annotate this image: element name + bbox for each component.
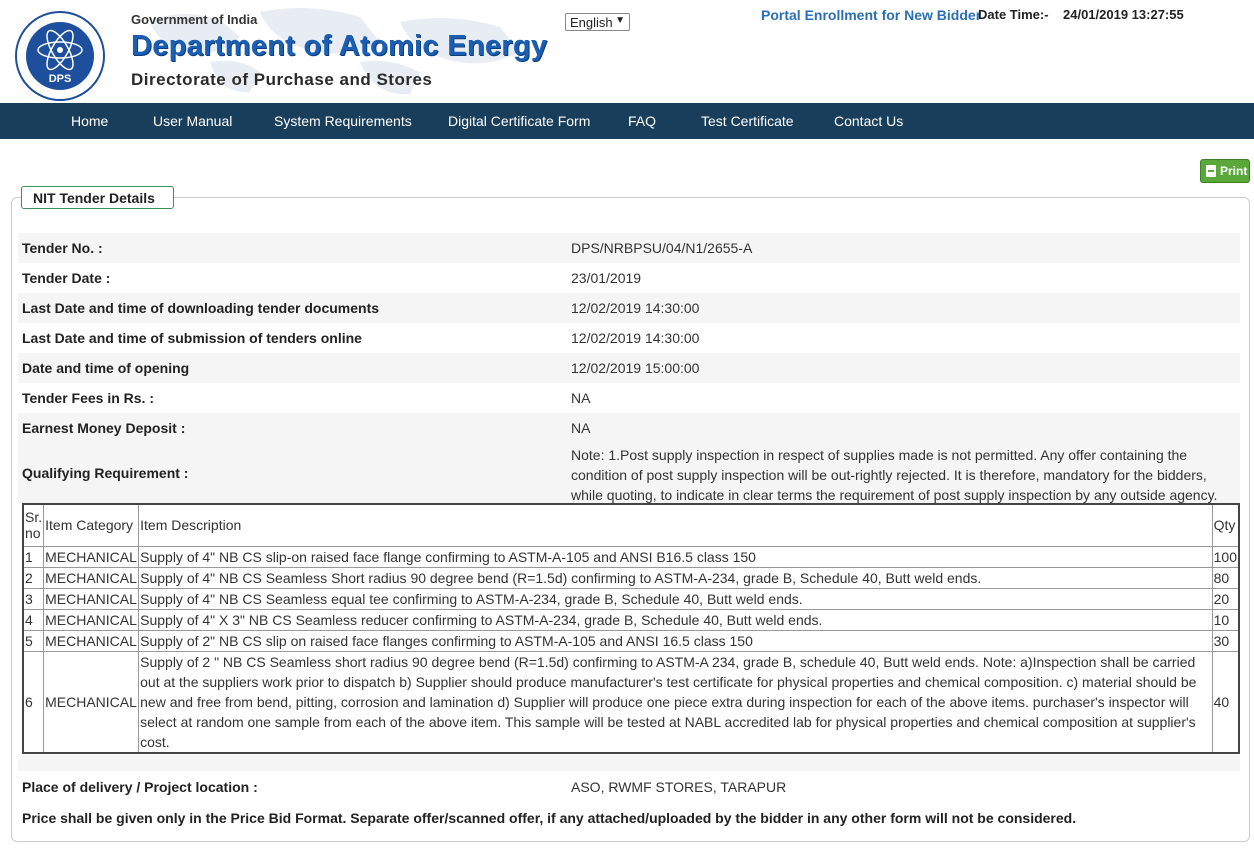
detail-value: NA: [571, 420, 591, 436]
cell-description: Supply of 4" NB CS Seamless equal tee co…: [138, 587, 1213, 610]
nav-faq[interactable]: FAQ: [628, 113, 656, 129]
detail-row: Earnest Money Deposit : NA: [18, 413, 1240, 443]
detail-label: Date and time of opening: [22, 360, 190, 376]
cell-category: MECHANICAL: [43, 650, 140, 753]
qualifying-requirement-row: Qualifying Requirement : Note: 1.Post su…: [18, 443, 1240, 503]
detail-value: NA: [571, 390, 591, 406]
spacer-row: [18, 755, 1240, 771]
cell-qty: 30: [1211, 629, 1240, 652]
site-header: DPS Government of India Department of At…: [0, 0, 1254, 103]
cell-qty: 80: [1211, 566, 1240, 589]
qualifying-value: Note: 1.Post supply inspection in respec…: [571, 447, 1218, 503]
datetime-label: Date Time:-: [978, 7, 1049, 22]
department-title: Department of Atomic Energy: [131, 30, 548, 62]
detail-value: 12/02/2019 14:30:00: [571, 330, 700, 346]
cell-qty: 40: [1211, 650, 1240, 753]
nav-user-manual[interactable]: User Manual: [153, 113, 232, 129]
cell-sr: 3: [22, 587, 45, 610]
cell-sr: 1: [22, 545, 45, 568]
nav-home[interactable]: Home: [71, 113, 108, 129]
cell-description: Supply of 4" X 3" NB CS Seamless reducer…: [138, 608, 1213, 631]
cell-category: MECHANICAL: [43, 587, 140, 610]
chevron-down-icon: ▼: [615, 15, 625, 26]
nav-system-requirements[interactable]: System Requirements: [274, 113, 412, 129]
main-nav: Home User Manual System Requirements Dig…: [0, 103, 1254, 139]
table-row: 3 MECHANICAL Supply of 4" NB CS Seamless…: [22, 587, 1240, 610]
printer-icon: [1206, 165, 1216, 177]
qualifying-label: Qualifying Requirement :: [22, 465, 189, 481]
delivery-value: ASO, RWMF STORES, TARAPUR: [571, 779, 787, 795]
cell-description: Supply of 2 " NB CS Seamless short radiu…: [138, 650, 1213, 753]
cell-description: Supply of 2" NB CS slip on raised face f…: [138, 629, 1213, 652]
detail-label: Last Date and time of downloading tender…: [22, 300, 380, 316]
detail-label: Tender Date :: [22, 270, 111, 286]
detail-value: DPS/NRBPSU/04/N1/2655-A: [571, 240, 753, 256]
language-select[interactable]: English ▼: [565, 13, 630, 31]
cell-sr: 2: [22, 566, 45, 589]
table-row: 5 MECHANICAL Supply of 2" NB CS slip on …: [22, 629, 1240, 652]
print-button[interactable]: Print: [1200, 159, 1250, 183]
cell-qty: 100: [1211, 545, 1240, 568]
dps-emblem-logo: DPS: [15, 11, 105, 101]
datetime-value: 24/01/2019 13:27:55: [1063, 7, 1184, 22]
detail-row: Last Date and time of downloading tender…: [18, 293, 1240, 323]
detail-row: Tender No. : DPS/NRBPSU/04/N1/2655-A: [18, 233, 1240, 263]
detail-value: 12/02/2019 15:00:00: [571, 360, 700, 376]
delivery-row: Place of delivery / Project location : A…: [18, 772, 1240, 802]
detail-label: Tender No. :: [22, 240, 103, 256]
col-item-description: Item Description: [138, 503, 1213, 547]
language-value: English: [570, 15, 613, 30]
detail-value: 23/01/2019: [571, 270, 642, 286]
col-sr-no: Sr. no: [22, 503, 45, 547]
logo-text: DPS: [49, 73, 72, 85]
price-bid-note: Price shall be given only in the Price B…: [22, 810, 1077, 826]
table-row: 4 MECHANICAL Supply of 4" X 3" NB CS Sea…: [22, 608, 1240, 631]
col-qty: Qty: [1211, 503, 1240, 547]
detail-row: Date and time of opening 12/02/2019 15:0…: [18, 353, 1240, 383]
items-table: Sr. no Item Category Item Description Qt…: [22, 503, 1240, 754]
cell-sr: 5: [22, 629, 45, 652]
detail-label: Last Date and time of submission of tend…: [22, 330, 362, 346]
table-header-row: Sr. no Item Category Item Description Qt…: [22, 503, 1240, 547]
nav-test-certificate[interactable]: Test Certificate: [701, 113, 794, 129]
detail-value: 12/02/2019 14:30:00: [571, 300, 700, 316]
cell-category: MECHANICAL: [43, 566, 140, 589]
detail-row: Tender Date : 23/01/2019: [18, 263, 1240, 293]
cell-sr: 6: [22, 650, 45, 753]
cell-category: MECHANICAL: [43, 608, 140, 631]
cell-category: MECHANICAL: [43, 629, 140, 652]
cell-qty: 20: [1211, 587, 1240, 610]
detail-label: Earnest Money Deposit :: [22, 420, 186, 436]
cell-description: Supply of 4" NB CS slip-on raised face f…: [138, 545, 1213, 568]
delivery-label: Place of delivery / Project location :: [22, 779, 258, 795]
col-item-category: Item Category: [43, 503, 140, 547]
table-row: 6 MECHANICAL Supply of 2 " NB CS Seamles…: [22, 650, 1240, 753]
detail-label: Tender Fees in Rs. :: [22, 390, 154, 406]
cell-sr: 4: [22, 608, 45, 631]
directorate-subtitle: Directorate of Purchase and Stores: [131, 70, 433, 89]
section-title: NIT Tender Details: [21, 186, 174, 209]
table-row: 2 MECHANICAL Supply of 4" NB CS Seamless…: [22, 566, 1240, 589]
nav-digital-certificate-form[interactable]: Digital Certificate Form: [448, 113, 590, 129]
detail-row: Tender Fees in Rs. : NA: [18, 383, 1240, 413]
government-label: Government of India: [131, 12, 258, 27]
enroll-bidder-link[interactable]: Portal Enrollment for New Bidder: [761, 7, 981, 23]
detail-row: Last Date and time of submission of tend…: [18, 323, 1240, 353]
nav-contact-us[interactable]: Contact Us: [834, 113, 903, 129]
cell-category: MECHANICAL: [43, 545, 140, 568]
print-label: Print: [1220, 164, 1248, 178]
cell-description: Supply of 4" NB CS Seamless Short radius…: [138, 566, 1213, 589]
cell-qty: 10: [1211, 608, 1240, 631]
table-row: 1 MECHANICAL Supply of 4" NB CS slip-on …: [22, 545, 1240, 568]
